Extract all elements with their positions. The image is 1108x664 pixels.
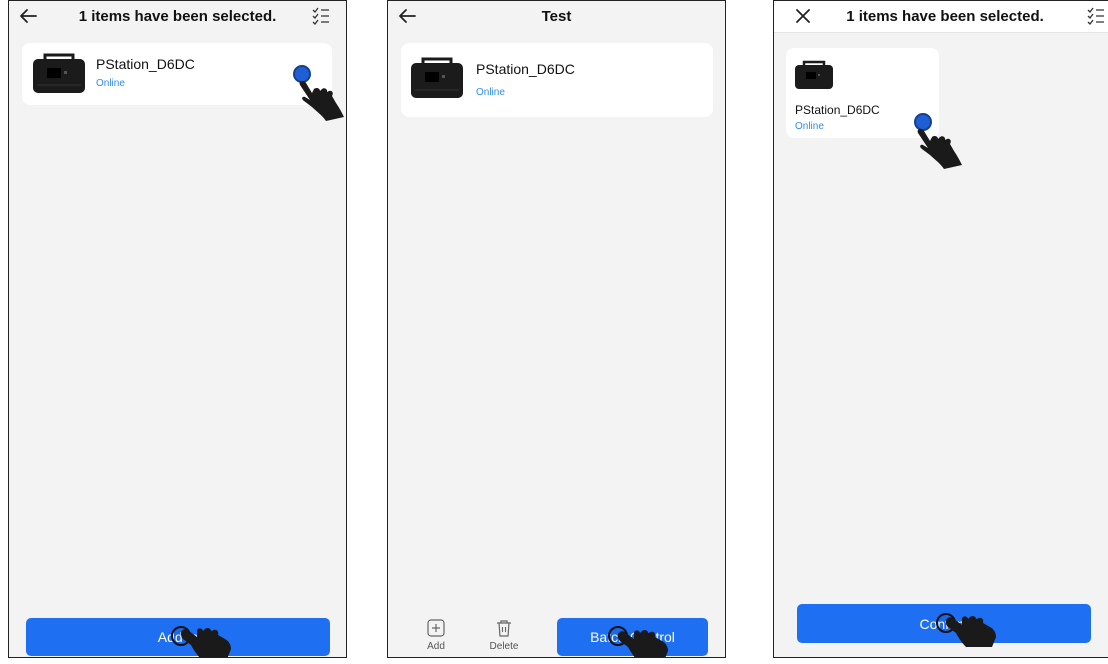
power-station-image bbox=[411, 57, 463, 98]
page-title: Test bbox=[541, 8, 572, 25]
page-title: 1 items have been selected. bbox=[846, 8, 1044, 25]
power-station-image bbox=[795, 60, 833, 89]
checklist-icon[interactable] bbox=[311, 6, 331, 26]
screen-group-test: Test PStation_D6DC Online Add Delete Bat… bbox=[387, 0, 726, 658]
device-card[interactable]: PStation_D6DC Online bbox=[22, 43, 332, 105]
add-tool-button[interactable]: Add bbox=[416, 619, 456, 652]
device-name: PStation_D6DC bbox=[795, 103, 880, 117]
tap-gesture-icon bbox=[299, 80, 344, 121]
screen-select-grid: 1 items have been selected. PStation_D6D… bbox=[773, 0, 1108, 658]
screen-select-devices: 1 items have been selected. PStation_D6D… bbox=[8, 0, 347, 658]
add-icon bbox=[427, 619, 445, 637]
tap-gesture-icon bbox=[181, 627, 231, 657]
tap-gesture-icon bbox=[946, 615, 996, 647]
tap-gesture-icon bbox=[618, 629, 668, 657]
app-header: Test bbox=[388, 1, 725, 33]
checklist-icon[interactable] bbox=[1086, 6, 1106, 26]
tap-gesture-icon bbox=[917, 128, 962, 169]
page-title: 1 items have been selected. bbox=[78, 8, 277, 25]
device-name: PStation_D6DC bbox=[476, 61, 575, 77]
trash-icon bbox=[497, 620, 511, 637]
delete-label: Delete bbox=[489, 641, 519, 652]
delete-tool-button[interactable]: Delete bbox=[484, 619, 524, 652]
device-status: Online bbox=[795, 121, 824, 132]
power-station-image bbox=[33, 53, 85, 93]
device-status: Online bbox=[476, 87, 505, 98]
add-label: Add bbox=[427, 641, 445, 652]
device-card[interactable]: PStation_D6DC Online bbox=[401, 43, 713, 117]
app-header: 1 items have been selected. bbox=[774, 1, 1108, 33]
app-header: 1 items have been selected. bbox=[9, 1, 346, 33]
device-status: Online bbox=[96, 78, 125, 89]
device-name: PStation_D6DC bbox=[96, 56, 195, 72]
